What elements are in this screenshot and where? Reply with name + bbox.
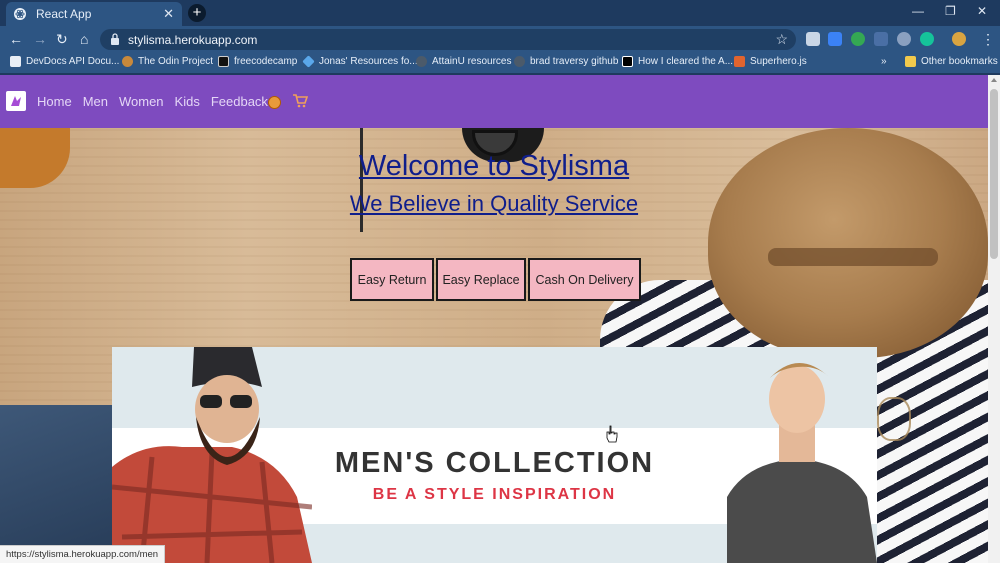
extension-icon[interactable]	[874, 32, 888, 46]
bookmark-item[interactable]: brad traversy github	[514, 56, 618, 67]
easy-return-button[interactable]: Easy Return	[350, 258, 434, 301]
logo-icon	[11, 96, 21, 106]
more-bookmarks-icon[interactable]: »	[881, 56, 887, 67]
hero-title: Welcome to Stylisma	[358, 150, 630, 182]
restore-icon[interactable]: ❐	[945, 4, 956, 18]
bookmark-item[interactable]: DevDocs API Docu...	[10, 56, 119, 67]
browser-tab-strip: React App ✕ + — ❐ ✕	[0, 0, 1000, 26]
browser-tab[interactable]: React App ✕	[6, 2, 182, 26]
url-text: stylisma.herokuapp.com	[128, 33, 258, 47]
minimize-icon[interactable]: —	[912, 4, 924, 18]
extension-icon[interactable]	[897, 32, 911, 46]
nav-link-women[interactable]: Women	[119, 94, 164, 109]
nav-link-home[interactable]: Home	[37, 94, 72, 109]
bookmark-item[interactable]: Superhero.js	[734, 56, 807, 67]
github-icon	[514, 56, 525, 67]
banner-subtitle: BE A STYLE INSPIRATION	[372, 486, 617, 503]
mens-collection-banner[interactable]: MEN'S COLLECTION BE A STYLE INSPIRATION	[112, 347, 877, 563]
bookmarks-bar: DevDocs API Docu... The Odin Project fre…	[0, 52, 1000, 74]
extension-icon[interactable]	[806, 32, 820, 46]
hero-subtitle: We Believe in Quality Service	[349, 191, 639, 216]
folder-icon	[905, 56, 916, 67]
status-bar-url: https://stylisma.herokuapp.com/men	[0, 545, 166, 563]
address-bar[interactable]: stylisma.herokuapp.com ☆	[100, 29, 796, 50]
forward-icon[interactable]: →	[33, 31, 47, 47]
nav-link-feedback[interactable]: Feedback	[211, 94, 268, 109]
decorative-jeans	[0, 405, 112, 563]
github-icon	[416, 56, 427, 67]
close-window-icon[interactable]: ✕	[977, 4, 987, 18]
extension-icon[interactable]	[851, 32, 865, 46]
bookmark-item[interactable]: freecodecamp	[218, 56, 297, 67]
hand-cursor-icon	[606, 425, 618, 443]
nav-link-men[interactable]: Men	[83, 94, 108, 109]
back-icon[interactable]: ←	[9, 31, 23, 47]
browser-toolbar: ← → ↻ ⌂ stylisma.herokuapp.com ☆ ⋮	[0, 26, 1000, 52]
new-tab-button[interactable]: +	[188, 4, 206, 22]
nav-links: Home Men Women Kids Feedback	[37, 94, 279, 109]
bookmark-item[interactable]: The Odin Project	[122, 56, 213, 67]
extension-icon[interactable]	[828, 32, 842, 46]
odin-icon	[122, 56, 133, 67]
cart-icon[interactable]	[292, 94, 308, 108]
bookmark-item[interactable]: Jonas' Resources fo...	[302, 55, 418, 68]
site-logo[interactable]	[6, 91, 26, 111]
browser-menu-icon[interactable]: ⋮	[981, 31, 995, 47]
user-account-icon[interactable]	[268, 96, 281, 109]
banner-title: MEN'S COLLECTION	[334, 447, 655, 479]
nav-link-kids[interactable]: Kids	[175, 94, 200, 109]
reload-icon[interactable]: ↻	[56, 31, 68, 47]
medium-icon	[622, 56, 633, 67]
home-icon[interactable]: ⌂	[80, 31, 88, 47]
lock-icon	[111, 33, 119, 45]
page-content: Home Men Women Kids Feedback Welcome to …	[0, 75, 988, 563]
page-scrollbar[interactable]	[988, 75, 1000, 563]
diamond-icon	[302, 55, 315, 68]
other-bookmarks[interactable]: Other bookmarks	[905, 56, 998, 67]
bookmark-star-icon[interactable]: ☆	[775, 31, 788, 48]
devdocs-icon	[10, 56, 21, 67]
profile-avatar[interactable]	[952, 32, 966, 46]
scrollbar-thumb[interactable]	[990, 89, 998, 259]
cash-on-delivery-button[interactable]: Cash On Delivery	[528, 258, 641, 301]
superhero-icon	[734, 56, 745, 67]
tab-close-icon[interactable]: ✕	[163, 6, 174, 22]
freecodecamp-icon	[218, 56, 229, 67]
decorative-sunglasses	[877, 397, 911, 441]
bookmark-item[interactable]: How I cleared the A...	[622, 56, 733, 67]
easy-replace-button[interactable]: Easy Replace	[436, 258, 526, 301]
app-navbar: Home Men Women Kids Feedback	[0, 75, 988, 128]
bookmark-item[interactable]: AttainU resources	[416, 56, 511, 67]
react-favicon-icon	[14, 8, 26, 20]
scroll-up-icon[interactable]	[991, 78, 997, 82]
tab-title: React App	[36, 7, 92, 21]
grammarly-icon[interactable]	[920, 32, 934, 46]
feature-buttons: Easy Return Easy Replace Cash On Deliver…	[350, 258, 641, 301]
